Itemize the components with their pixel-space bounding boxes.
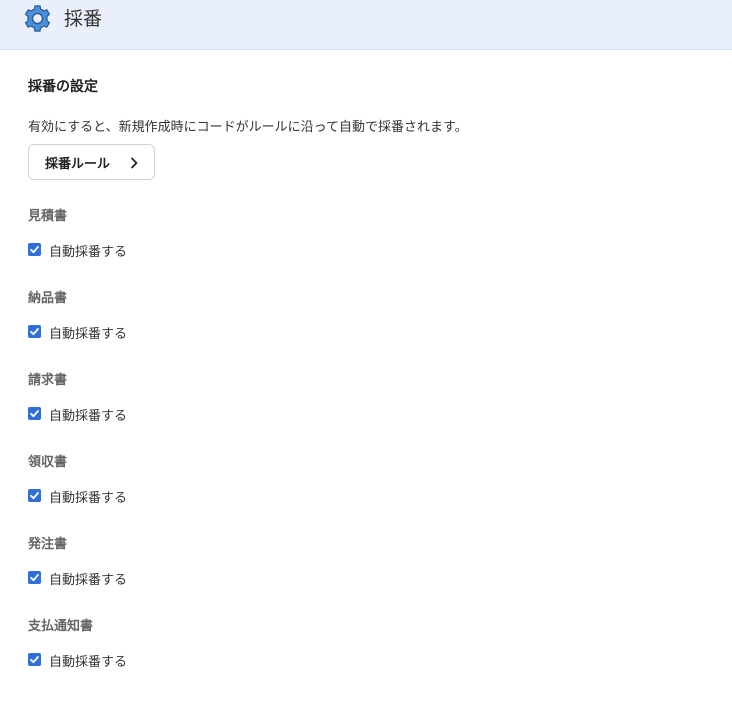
numbering-rule-button-label: 採番ルール xyxy=(45,157,111,172)
checkmark-icon xyxy=(30,328,39,336)
page-header: 採番 xyxy=(0,0,732,50)
page-title: 採番 xyxy=(64,8,103,30)
checkmark-icon xyxy=(30,656,39,664)
checkmark-icon xyxy=(30,410,39,418)
group-label-purchase-order: 発注書 xyxy=(28,537,68,552)
checkbox-checked[interactable] xyxy=(28,653,41,666)
group-label-invoice: 請求書 xyxy=(28,373,68,388)
checkbox-label: 自動採番する xyxy=(49,409,128,424)
chevron-right-icon xyxy=(131,157,138,169)
checkbox-checked[interactable] xyxy=(28,571,41,584)
checkmark-icon xyxy=(30,492,39,500)
section-description: 有効にすると、新規作成時にコードがルールに沿って自動で採番されます。 xyxy=(28,120,468,135)
group-label-quotation: 見積書 xyxy=(28,209,68,224)
checkmark-icon xyxy=(30,246,39,254)
numbering-rule-button[interactable]: 採番ルール xyxy=(28,144,155,180)
checkbox-label: 自動採番する xyxy=(49,491,128,506)
group-label-delivery-note: 納品書 xyxy=(28,291,68,306)
section-title: 採番の設定 xyxy=(28,79,98,95)
checkbox-checked[interactable] xyxy=(28,407,41,420)
checkbox-checked[interactable] xyxy=(28,489,41,502)
group-label-receipt: 領収書 xyxy=(28,455,68,470)
checkbox-label: 自動採番する xyxy=(49,573,128,588)
checkmark-icon xyxy=(30,574,39,582)
checkbox-label: 自動採番する xyxy=(49,655,128,670)
checkbox-label: 自動採番する xyxy=(49,327,128,342)
gear-icon xyxy=(24,5,51,32)
checkbox-checked[interactable] xyxy=(28,243,41,256)
checkbox-checked[interactable] xyxy=(28,325,41,338)
group-label-payment-notice: 支払通知書 xyxy=(28,619,94,634)
checkbox-label: 自動採番する xyxy=(49,245,128,260)
